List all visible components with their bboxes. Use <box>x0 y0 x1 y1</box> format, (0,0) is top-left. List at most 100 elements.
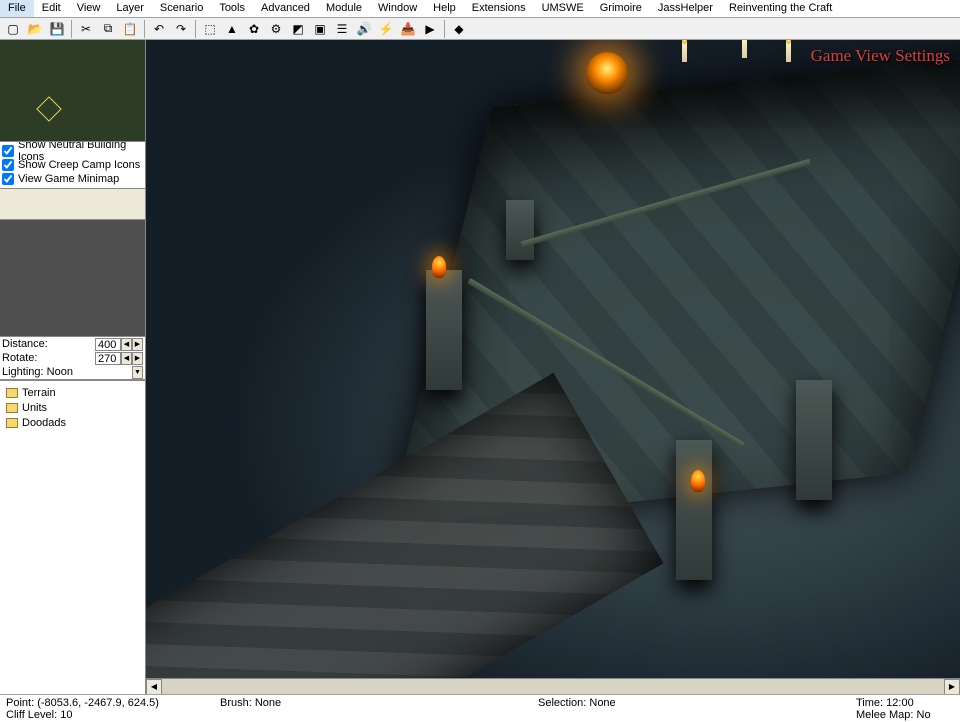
open-icon[interactable]: 📂 <box>25 19 45 39</box>
prop-lighting-dropdown[interactable]: ▼ <box>132 366 143 379</box>
prop-lighting: Lighting: Noon ▼ <box>0 365 145 379</box>
panel-spacer <box>0 189 145 219</box>
status-brush: Brush: None <box>214 697 532 721</box>
menu-advanced[interactable]: Advanced <box>253 0 318 17</box>
menu-grimoire[interactable]: Grimoire <box>592 0 650 17</box>
workspace: Show Neutral Building Icons Show Creep C… <box>0 40 960 694</box>
scene-brazier <box>586 52 628 94</box>
save-icon[interactable]: 💾 <box>47 19 67 39</box>
toolbar-separator <box>71 20 72 38</box>
toolbar-separator <box>444 20 445 38</box>
scene-candle <box>786 42 791 62</box>
scene-torch <box>432 256 446 278</box>
unit-icon[interactable]: ⚙ <box>266 19 286 39</box>
tree-item-label: Units <box>22 402 47 414</box>
object-icon[interactable]: ☰ <box>332 19 352 39</box>
folder-icon <box>6 388 18 398</box>
cut-icon[interactable]: ✂ <box>76 19 96 39</box>
check-neutral-buildings-box[interactable] <box>2 145 14 157</box>
tree-item-doodads[interactable]: Doodads <box>2 415 143 430</box>
viewport-3d[interactable]: Game View Settings <box>146 40 960 678</box>
prop-distance-label: Distance: <box>2 338 95 350</box>
terrain-icon[interactable]: ▲ <box>222 19 242 39</box>
menu-file[interactable]: File <box>0 0 34 17</box>
viewport-scrollbar[interactable]: ◀ ▶ <box>146 678 960 694</box>
scroll-track[interactable] <box>162 679 944 695</box>
side-panel: Show Neutral Building Icons Show Creep C… <box>0 40 146 694</box>
menu-reinventing-the-craft[interactable]: Reinventing the Craft <box>721 0 840 17</box>
folder-icon <box>6 403 18 413</box>
status-selection: Selection: None <box>532 697 850 721</box>
menu-extensions[interactable]: Extensions <box>464 0 534 17</box>
prop-rotate-label: Rotate: <box>2 352 95 364</box>
minimap-options: Show Neutral Building Icons Show Creep C… <box>0 142 145 189</box>
scene-pillar <box>506 200 534 260</box>
trigger-icon[interactable]: ⚡ <box>376 19 396 39</box>
prop-rotate-dec[interactable]: ◀ <box>121 352 132 365</box>
test-icon[interactable]: ▶ <box>420 19 440 39</box>
prop-distance: Distance: 400 ◀ ▶ <box>0 337 145 351</box>
prop-lighting-label: Lighting: Noon <box>2 366 132 378</box>
check-game-minimap-label: View Game Minimap <box>18 173 119 185</box>
scene-pillar <box>796 380 832 500</box>
check-creep-camps[interactable]: Show Creep Camp Icons <box>2 158 145 172</box>
prop-rotate-inc[interactable]: ▶ <box>132 352 143 365</box>
check-creep-camps-box[interactable] <box>2 159 14 171</box>
status-time: Time: 12:00 Melee Map: No <box>850 697 960 721</box>
minimap[interactable] <box>0 40 145 142</box>
toolbar-separator <box>144 20 145 38</box>
scene-pillar <box>676 440 712 580</box>
scroll-left-button[interactable]: ◀ <box>146 679 162 695</box>
scene-pillar <box>426 270 462 390</box>
minimap-camera-frame <box>36 96 61 121</box>
menu-edit[interactable]: Edit <box>34 0 69 17</box>
doodad-icon[interactable]: ✿ <box>244 19 264 39</box>
tree-item-units[interactable]: Units <box>2 400 143 415</box>
check-neutral-buildings[interactable]: Show Neutral Building Icons <box>2 144 145 158</box>
status-point: Point: (-8053.6, -2467.9, 624.5) Cliff L… <box>0 697 214 721</box>
camera-properties: Distance: 400 ◀ ▶ Rotate: 270 ◀ ▶ Lighti… <box>0 337 145 380</box>
tree-item-label: Doodads <box>22 417 66 429</box>
menu-jasshelper[interactable]: JassHelper <box>650 0 721 17</box>
folder-icon <box>6 418 18 428</box>
menu-layer[interactable]: Layer <box>108 0 152 17</box>
prop-rotate-value[interactable]: 270 <box>95 352 121 365</box>
prop-distance-value[interactable]: 400 <box>95 338 121 351</box>
tree-item-terrain[interactable]: Terrain <box>2 385 143 400</box>
region-icon[interactable]: ◩ <box>288 19 308 39</box>
scene-candle <box>682 42 687 62</box>
menu-help[interactable]: Help <box>425 0 464 17</box>
toolbar-separator <box>195 20 196 38</box>
prop-distance-dec[interactable]: ◀ <box>121 338 132 351</box>
check-creep-camps-label: Show Creep Camp Icons <box>18 159 140 171</box>
check-game-minimap[interactable]: View Game Minimap <box>2 172 145 186</box>
viewport-container: Game View Settings ◀ ▶ <box>146 40 960 694</box>
camera-icon[interactable]: ▣ <box>310 19 330 39</box>
select-icon[interactable]: ⬚ <box>200 19 220 39</box>
tool-a-icon[interactable]: ◆ <box>449 19 469 39</box>
scene-torch <box>691 470 705 492</box>
palette-tree: Terrain Units Doodads <box>0 380 145 694</box>
sound-icon[interactable]: 🔊 <box>354 19 374 39</box>
copy-icon[interactable]: ⧉ <box>98 19 118 39</box>
overlay-game-view-settings[interactable]: Game View Settings <box>811 46 950 66</box>
prop-rotate: Rotate: 270 ◀ ▶ <box>0 351 145 365</box>
import-icon[interactable]: 📥 <box>398 19 418 39</box>
redo-icon[interactable]: ↷ <box>171 19 191 39</box>
menu-view[interactable]: View <box>69 0 109 17</box>
menu-window[interactable]: Window <box>370 0 425 17</box>
undo-icon[interactable]: ↶ <box>149 19 169 39</box>
scene-candle <box>742 40 747 58</box>
paste-icon[interactable]: 📋 <box>120 19 140 39</box>
preview-box <box>0 219 145 337</box>
prop-distance-inc[interactable]: ▶ <box>132 338 143 351</box>
menu-scenario[interactable]: Scenario <box>152 0 211 17</box>
menu-bar: FileEditViewLayerScenarioToolsAdvancedMo… <box>0 0 960 18</box>
menu-umswe[interactable]: UMSWE <box>534 0 592 17</box>
scroll-right-button[interactable]: ▶ <box>944 679 960 695</box>
menu-module[interactable]: Module <box>318 0 370 17</box>
menu-tools[interactable]: Tools <box>211 0 253 17</box>
new-icon[interactable]: ▢ <box>3 19 23 39</box>
toolbar: ▢📂💾 ✂⧉📋 ↶↷ ⬚▲✿⚙◩▣☰🔊⚡📥▶ ◆ <box>0 18 960 40</box>
check-game-minimap-box[interactable] <box>2 173 14 185</box>
